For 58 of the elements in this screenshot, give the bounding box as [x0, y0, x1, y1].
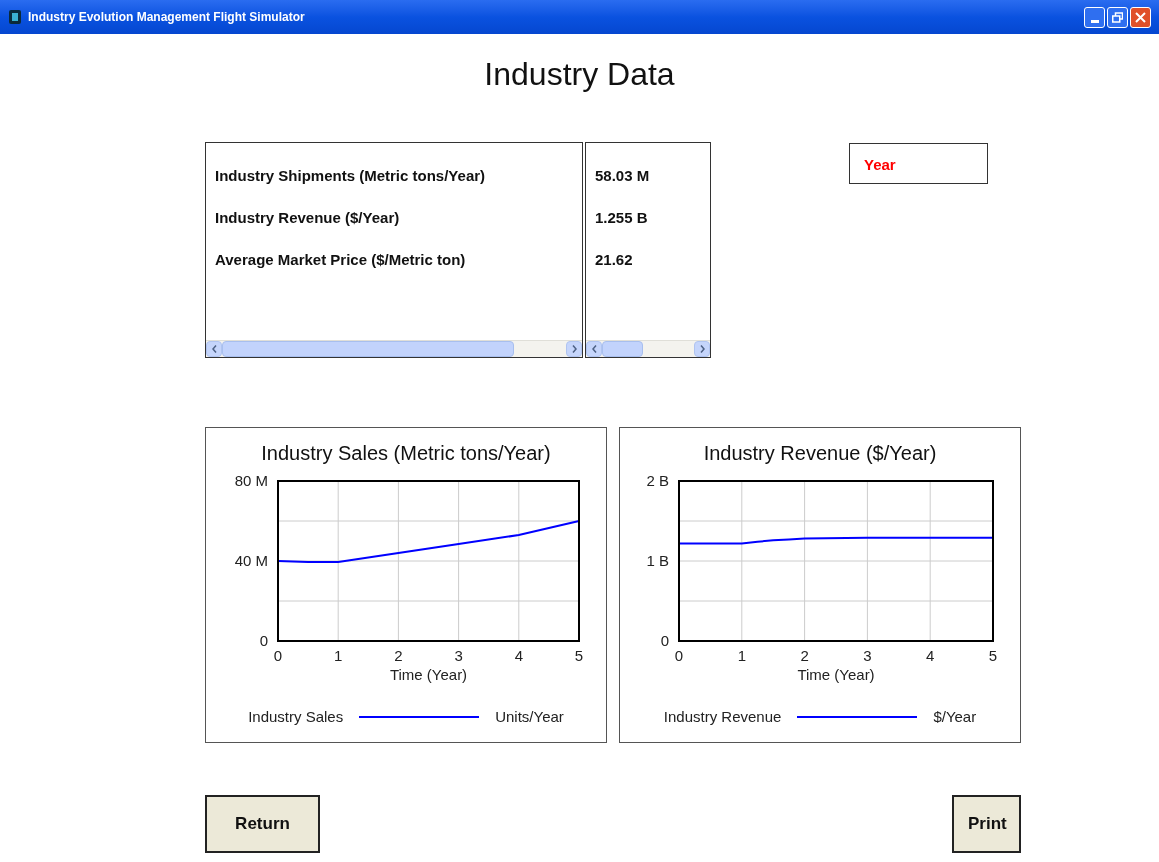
chart-title: Industry Revenue ($/Year): [702, 441, 938, 466]
scroll-right-button[interactable]: [694, 341, 710, 357]
scroll-left-button[interactable]: [586, 341, 602, 357]
x-tick-label: 0: [273, 647, 283, 664]
x-tick-label: 3: [454, 647, 463, 664]
x-tick-label: 4: [926, 647, 935, 664]
scroll-left-button[interactable]: [206, 341, 222, 357]
close-button[interactable]: [1130, 6, 1151, 28]
scroll-thumb[interactable]: [222, 341, 515, 357]
return-button[interactable]: Return: [205, 795, 320, 853]
row-label: Industry Shipments (Metric tons/Year): [215, 166, 487, 186]
chevron-left-icon: [211, 345, 217, 353]
x-tick-label: 3: [863, 647, 872, 664]
horizontal-scrollbar[interactable]: [206, 340, 582, 357]
minimize-button[interactable]: [1084, 6, 1105, 28]
y-tick-label: 40 M: [234, 552, 268, 569]
scroll-thumb[interactable]: [602, 341, 644, 357]
x-tick-label: 2: [800, 647, 809, 664]
x-tick-label: 1: [737, 647, 746, 664]
legend-unit: $/Year: [933, 707, 977, 727]
x-axis-label: Time (Year): [797, 666, 875, 683]
x-tick-label: 1: [334, 647, 343, 664]
year-field: Year: [849, 143, 988, 184]
chevron-right-icon: [699, 345, 705, 353]
page-title: Industry Data: [483, 55, 676, 94]
chevron-right-icon: [571, 345, 577, 353]
row-label: Industry Revenue ($/Year): [215, 208, 401, 228]
legend-line-icon: [797, 715, 918, 720]
restore-button[interactable]: [1107, 6, 1128, 28]
minimize-icon: [1090, 19, 1099, 23]
y-tick-label: 1 B: [646, 552, 669, 569]
x-tick-label: 2: [394, 647, 403, 664]
legend-line-icon: [359, 715, 480, 720]
x-tick-label: 0: [674, 647, 684, 664]
x-tick-label: 4: [514, 647, 523, 664]
print-button[interactable]: Print: [952, 795, 1021, 853]
window-title: Industry Evolution Management Flight Simulator: [28, 9, 305, 26]
close-icon: [1135, 11, 1146, 23]
y-tick-label: 0: [660, 632, 669, 649]
y-tick-label: 80 M: [234, 472, 268, 489]
legend-label: Industry Sales: [248, 707, 344, 727]
chart-title: Industry Sales (Metric tons/Year): [260, 441, 552, 466]
scroll-right-button[interactable]: [566, 341, 582, 357]
row-label: Average Market Price ($/Metric ton): [215, 250, 467, 270]
row-value: 21.62: [595, 250, 634, 270]
x-axis-label: Time (Year): [389, 666, 468, 683]
legend-label: Industry Revenue: [663, 707, 782, 727]
app-icon: [8, 9, 22, 25]
restore-icon: [1112, 11, 1123, 23]
y-tick-label: 2 B: [646, 472, 669, 489]
row-value: 1.255 B: [595, 208, 649, 228]
y-tick-label: 0: [259, 632, 268, 649]
chevron-left-icon: [591, 345, 597, 353]
horizontal-scrollbar[interactable]: [586, 340, 710, 357]
x-tick-label: 5: [574, 647, 584, 664]
x-tick-label: 5: [988, 647, 998, 664]
legend-unit: Units/Year: [495, 707, 564, 727]
row-value: 58.03 M: [595, 166, 651, 186]
